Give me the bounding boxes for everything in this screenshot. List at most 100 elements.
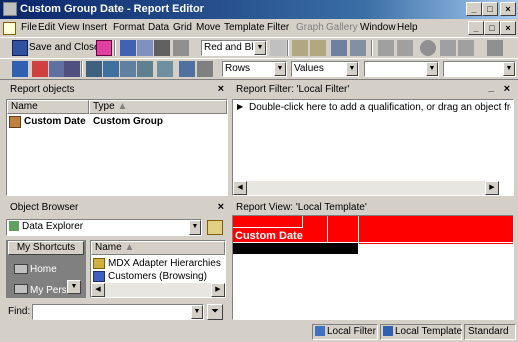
column-header-name[interactable]: Name ▲ <box>91 241 225 255</box>
chevron-down-icon[interactable]: ▼ <box>191 305 203 319</box>
report-grid[interactable]: Custom Date <box>232 215 514 320</box>
chevron-down-icon[interactable]: ▼ <box>189 220 201 235</box>
toolbar-view: Rows ▼ Values ▼ ▼ ▼ <box>0 58 518 80</box>
menu-file[interactable]: File <box>21 22 37 33</box>
chevron-down-icon[interactable]: ▼ <box>254 41 266 55</box>
values-select[interactable]: Values ▼ <box>291 61 359 77</box>
chevron-down-icon[interactable]: ▼ <box>346 62 358 76</box>
doc-restore-button[interactable]: □ <box>484 21 500 35</box>
scroll-right-icon[interactable]: ▶ <box>485 181 499 195</box>
arrow-icon[interactable] <box>197 61 213 77</box>
scroll-left-icon[interactable]: ◀ <box>233 181 247 195</box>
menu-template[interactable]: Template <box>224 22 265 33</box>
export-icon[interactable] <box>173 40 189 56</box>
list-item[interactable]: MDX Adapter Hierarchies <box>108 258 221 269</box>
horizontal-scrollbar[interactable]: ◀ ▶ <box>233 181 499 195</box>
autoformat-icon[interactable] <box>270 40 286 56</box>
empty-select-2[interactable]: ▼ <box>443 61 516 77</box>
menu-format[interactable]: Format <box>113 22 145 33</box>
chevron-down-icon[interactable]: ▼ <box>274 62 286 76</box>
column-header-type[interactable]: Type ▲ <box>89 100 227 114</box>
style-select[interactable]: Red and Black ▼ <box>201 40 267 56</box>
align-icon[interactable] <box>487 40 503 56</box>
empty-select-1[interactable]: ▼ <box>364 61 439 77</box>
list-item[interactable]: Custom Date Custom Group <box>7 115 227 129</box>
scroll-down-icon[interactable]: ▼ <box>67 280 81 294</box>
source-select[interactable]: Data Explorer ▼ <box>6 219 202 236</box>
find-input[interactable]: ▼ <box>32 304 204 320</box>
status-local-filter[interactable]: Local Filter <box>312 324 378 340</box>
format-icon[interactable] <box>96 40 112 56</box>
grid-view-icon[interactable] <box>12 61 28 77</box>
status-local-template[interactable]: Local Template <box>380 324 462 340</box>
save-and-close-button[interactable]: Save and Close <box>29 42 100 53</box>
menu-grid[interactable]: Grid <box>173 22 192 33</box>
graph-view-icon[interactable] <box>32 61 48 77</box>
chevron-down-icon[interactable]: ▼ <box>426 62 438 76</box>
report-objects-list: Name Type ▲ Custom Date Custom Group <box>6 99 228 196</box>
save-icon[interactable] <box>12 40 28 56</box>
scroll-left-icon[interactable]: ◀ <box>91 283 105 297</box>
status-mode: Standard <box>464 324 516 340</box>
doc-minimize-button[interactable]: _ <box>468 21 484 35</box>
browser-icon[interactable] <box>120 61 136 77</box>
scroll-right-icon[interactable]: ▶ <box>211 283 225 297</box>
calc-icon[interactable] <box>350 40 366 56</box>
menu-move[interactable]: Move <box>196 22 220 33</box>
minimize-icon[interactable]: _ <box>488 82 494 93</box>
app-icon <box>3 2 17 16</box>
up-folder-icon[interactable] <box>207 220 223 235</box>
filter-area[interactable]: ▶ Double-click here to add a qualificati… <box>232 99 514 196</box>
rows-select[interactable]: Rows ▼ <box>222 61 287 77</box>
status-template-label: Local Template <box>395 326 463 337</box>
pivot-icon[interactable] <box>292 40 308 56</box>
menu-view[interactable]: View <box>58 22 80 33</box>
menu-gallery[interactable]: Gallery <box>326 22 358 33</box>
folder-icon[interactable] <box>14 284 28 294</box>
book-icon[interactable] <box>120 40 136 56</box>
list-item[interactable]: Customers (Browsing) <box>108 271 207 282</box>
rank-icon[interactable] <box>440 40 456 56</box>
subtotal-icon[interactable] <box>331 40 347 56</box>
menu-edit[interactable]: Edit <box>38 22 55 33</box>
filter-funnel-icon[interactable]: ⏷ <box>207 304 223 320</box>
chevron-down-icon[interactable]: ▼ <box>503 62 515 76</box>
view-filter-icon[interactable] <box>157 61 173 77</box>
menu-insert[interactable]: Insert <box>82 22 107 33</box>
doc-close-button[interactable]: × <box>500 21 516 35</box>
home-icon[interactable] <box>14 264 28 274</box>
objects-icon[interactable] <box>86 61 102 77</box>
minimize-button[interactable]: _ <box>466 2 482 16</box>
close-icon[interactable]: × <box>218 83 224 95</box>
menu-graph[interactable]: Graph <box>296 22 324 33</box>
sort-ascending-icon[interactable] <box>378 40 394 56</box>
menu-window[interactable]: Window <box>360 22 396 33</box>
swap-icon[interactable] <box>310 40 326 56</box>
shortcut-home[interactable]: Home <box>30 264 57 275</box>
menu-data[interactable]: Data <box>148 22 169 33</box>
sql-view-icon[interactable] <box>64 61 80 77</box>
close-icon[interactable]: × <box>218 201 224 213</box>
horizontal-scrollbar[interactable]: ◀ ▶ <box>91 283 225 297</box>
shortcut-my-personal[interactable]: My Perso <box>30 285 66 297</box>
add-icon[interactable] <box>420 40 436 56</box>
menu-filter[interactable]: Filter <box>267 22 289 33</box>
document-icon[interactable] <box>3 22 16 35</box>
sort-descending-icon[interactable] <box>397 40 413 56</box>
report-details-icon[interactable] <box>179 61 195 77</box>
maximize-button[interactable]: □ <box>482 2 498 16</box>
grid-graph-icon[interactable] <box>49 61 65 77</box>
my-shortcuts-button[interactable]: My Shortcuts <box>8 241 84 255</box>
column-header-name[interactable]: Name <box>7 100 89 114</box>
toolbar-standard: Save and Close Red and Black ▼ <box>0 37 518 59</box>
close-button[interactable]: × <box>500 2 516 16</box>
page-by-icon[interactable] <box>137 61 153 77</box>
menu-help[interactable]: Help <box>397 22 418 33</box>
close-icon[interactable]: × <box>504 83 510 95</box>
percent-icon[interactable] <box>458 40 474 56</box>
filter-icon[interactable] <box>103 61 119 77</box>
print-icon[interactable] <box>154 40 170 56</box>
find-icon[interactable] <box>137 40 153 56</box>
sort-arrow-icon: ▲ <box>117 101 128 112</box>
grid-header-cell[interactable]: Custom Date <box>235 230 303 242</box>
